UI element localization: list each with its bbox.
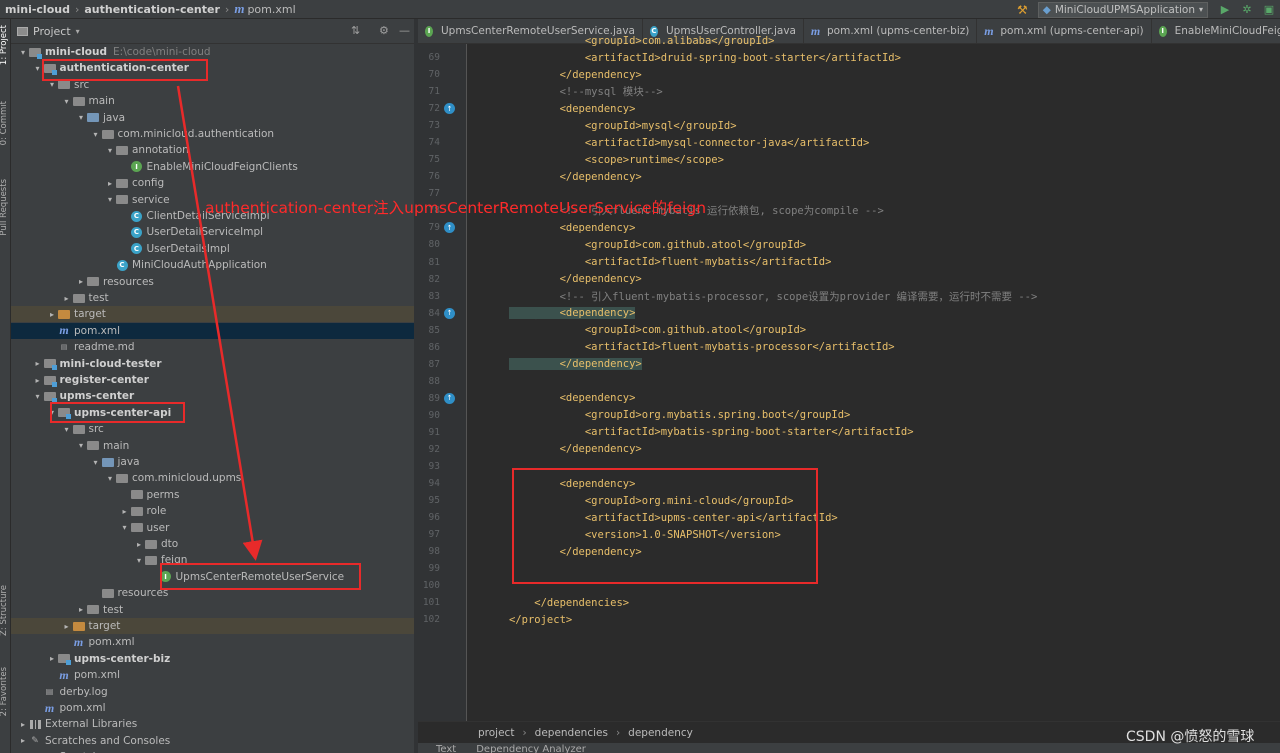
watermark: CSDN @愤怒的雪球 [1126, 729, 1255, 745]
annotation-arrow [176, 85, 263, 561]
annotation-text: authentication-center注入upmsCenterRemoteU… [205, 199, 707, 217]
